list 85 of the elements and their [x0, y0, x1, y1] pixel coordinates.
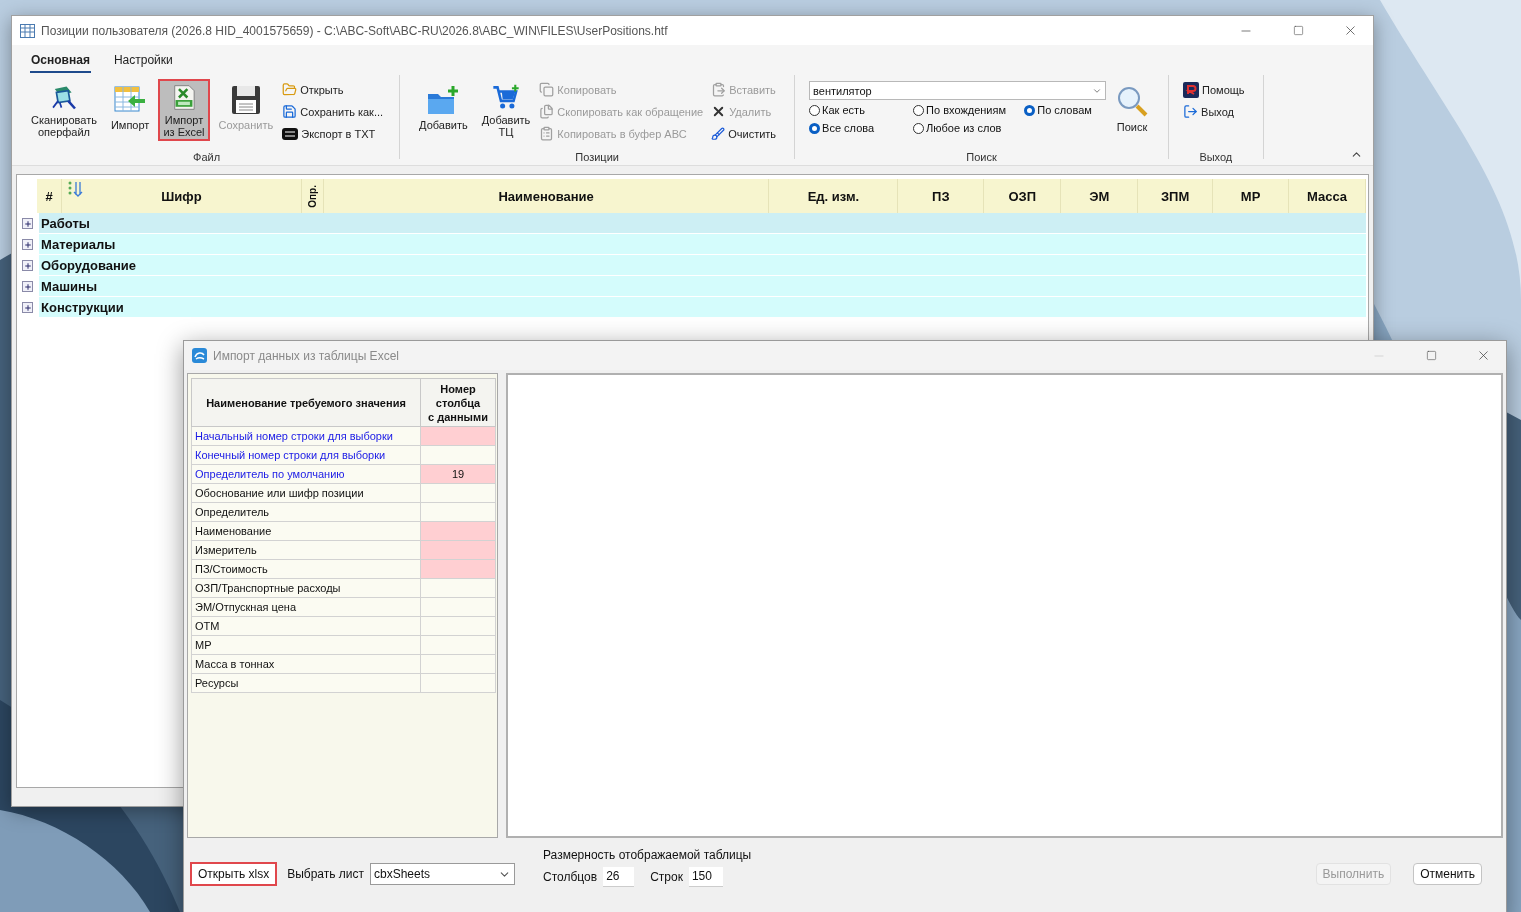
radio-dot[interactable] [1024, 104, 1036, 116]
row-label: Оборудование [41, 257, 137, 273]
group-label: Выход [1199, 151, 1233, 163]
brush-icon [711, 126, 726, 141]
document-badge-icon [282, 127, 299, 140]
radio-option[interactable]: По вхождениям [913, 104, 1021, 116]
dialog-button[interactable]: Отменить [1413, 863, 1482, 885]
window-title: Импорт данных из таблицы Excel [213, 348, 400, 363]
group-row[interactable]: Работы [39, 213, 1366, 233]
exit-icon [1183, 104, 1199, 119]
group-label: Файл [193, 151, 221, 163]
ribbon-button[interactable]: Очистить [711, 125, 777, 142]
ribbon-button[interactable]: Поиск [1110, 79, 1155, 141]
app-icon [192, 348, 207, 363]
radio-option[interactable]: Любое из слов [913, 122, 1021, 134]
radio-option[interactable]: Все слова [809, 122, 910, 134]
input-field[interactable]: 26 [603, 866, 635, 887]
column-header: Номер столбца с данными [420, 378, 496, 427]
column-header[interactable]: ЗПМ [1138, 179, 1214, 213]
expand-icon[interactable] [22, 239, 33, 250]
ribbon-button[interactable]: Сканировать оперфайл [26, 79, 102, 141]
group-label: Поиск [966, 151, 997, 163]
search-combo[interactable]: вентилятор [809, 81, 1107, 100]
maximize-icon[interactable] [1425, 350, 1437, 361]
row-label: Материалы [41, 236, 116, 252]
window-title: Позиции пользователя (2026.8 HID_4001575659) - C:\ABC-Soft\ABC-RU\2026.8\ABC_WIN\FILES\UserPositions.htf [41, 23, 669, 38]
maximize-icon[interactable] [1292, 25, 1304, 36]
section-title: Размерность отображаемой таблицы [543, 847, 752, 862]
column-header[interactable]: ПЗ [898, 179, 985, 213]
column-header[interactable]: Масса [1289, 179, 1366, 213]
column-header[interactable]: ЭМ [1061, 179, 1139, 213]
open-button[interactable]: Открыть xlsx [190, 862, 278, 886]
radio-option[interactable]: По словам [1024, 104, 1107, 116]
radio-dot[interactable] [913, 104, 925, 116]
column-header: Наименование требуемого значения [191, 378, 421, 427]
ribbon-button[interactable]: Добавить ТЦ [476, 79, 536, 141]
help-icon [1183, 81, 1200, 98]
sheet-select[interactable]: cbxSheets [370, 863, 515, 885]
ribbon-button[interactable]: Добавить [414, 79, 473, 141]
expand-icon[interactable] [22, 281, 33, 292]
column-header[interactable]: Наименование [323, 179, 770, 213]
ribbon-button[interactable]: Экспорт в TXT [282, 125, 384, 142]
ribbon-button[interactable]: Помощь [1183, 81, 1245, 98]
input-field[interactable]: 150 [688, 866, 723, 887]
expand-icon[interactable] [22, 260, 33, 271]
folder-plus-icon [426, 84, 461, 116]
column-header[interactable]: МР [1213, 179, 1290, 213]
copy-icon [539, 104, 555, 119]
floppy-icon [282, 104, 298, 119]
group-row[interactable]: Конструкции [39, 297, 1366, 317]
column-header[interactable]: ОЗП [984, 179, 1062, 213]
row-label: Конструкции [41, 299, 124, 315]
group-row[interactable]: Машины [39, 276, 1366, 296]
expand-icon[interactable] [22, 302, 33, 313]
ribbon-button[interactable]: Импорт [105, 79, 155, 141]
rows-label: Строк [650, 869, 683, 884]
radio-option[interactable]: Как есть [809, 104, 910, 116]
column-header[interactable]: Шифр [62, 179, 302, 213]
app-icon [20, 23, 35, 38]
clipboard-icon [539, 126, 555, 141]
ribbon-button[interactable]: Сохранить как... [282, 103, 384, 120]
sheet-label: Выбрать лист [287, 867, 364, 881]
search-icon [1115, 84, 1150, 118]
ribbon-button[interactable]: Выход [1183, 103, 1245, 120]
sort-icon [67, 180, 85, 198]
group-row[interactable]: Материалы [39, 234, 1366, 254]
folder-icon [282, 82, 298, 97]
copy-icon [539, 82, 555, 97]
group-row[interactable]: Оборудование [39, 255, 1366, 275]
row-label: Машины [41, 278, 97, 294]
radio-dot[interactable] [809, 122, 821, 134]
column-header[interactable]: # [37, 179, 62, 213]
row-label: Работы [41, 215, 90, 231]
radio-dot[interactable] [809, 104, 821, 116]
expand-icon[interactable] [22, 218, 33, 229]
radio-dot[interactable] [913, 122, 925, 134]
ribbon-button[interactable]: Открыть [282, 81, 384, 98]
ribbon-button[interactable]: Импорт из Excel [158, 79, 210, 141]
column-header[interactable]: Опр. [301, 179, 324, 213]
columns-label: Столбцов [543, 869, 598, 884]
floppy-icon [229, 84, 262, 116]
ribbon-tab[interactable]: Настройки [112, 53, 174, 74]
group-label: Позиции [575, 151, 619, 163]
column-header[interactable]: Ед. изм. [769, 179, 899, 213]
paste-icon [711, 82, 727, 97]
